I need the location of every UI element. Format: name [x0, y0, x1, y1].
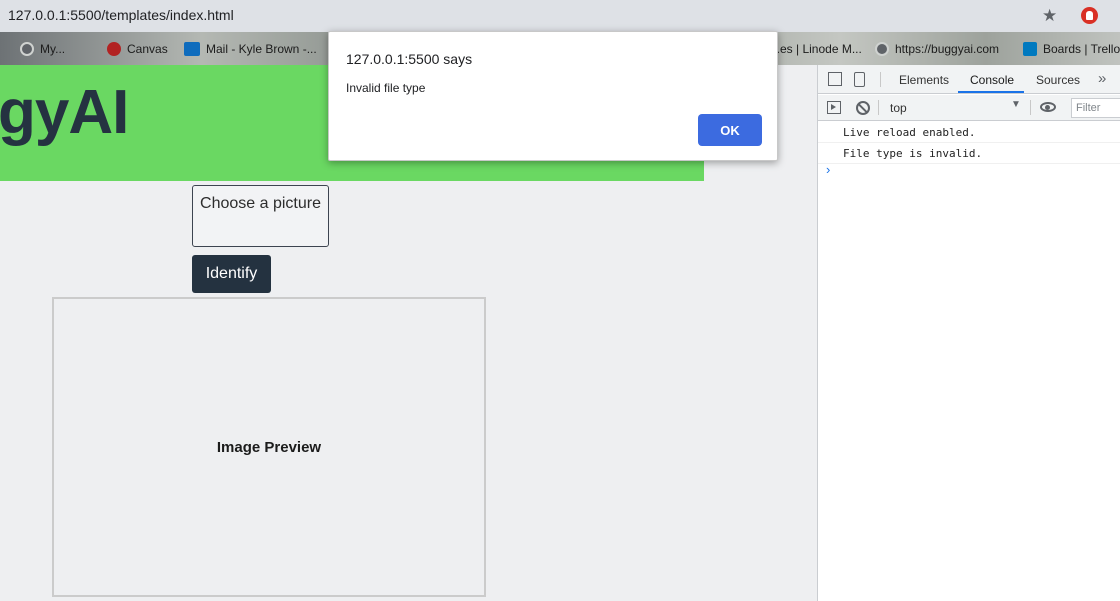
bookmark-label: My... [40, 42, 66, 56]
adblock-icon[interactable] [1081, 7, 1098, 24]
bookmark-label: ...es | Linode M... [770, 42, 862, 56]
console-prompt-icon[interactable]: › [826, 162, 830, 177]
url-field[interactable]: 127.0.0.1:5500/templates/index.html [8, 7, 234, 23]
outlook-icon [184, 42, 200, 56]
tab-elements[interactable]: Elements [899, 73, 949, 87]
bookmark-item[interactable]: Canvas [107, 40, 168, 58]
bookmark-star-icon[interactable]: ★ [1042, 6, 1057, 26]
bookmark-item[interactable]: My... [20, 40, 65, 58]
context-selector[interactable]: top [884, 98, 1026, 118]
bookmark-item[interactable]: ...es | Linode M... [770, 40, 862, 58]
show-sidebar-icon[interactable] [827, 101, 841, 114]
console-filter-input[interactable]: Filter [1071, 98, 1120, 118]
device-toolbar-icon[interactable] [854, 72, 865, 87]
bookmark-item[interactable]: Mail - Kyle Brown -... [184, 40, 317, 58]
devtools-panel: Elements Console Sources » top ▼ Filter … [817, 65, 1120, 601]
ok-button[interactable]: OK [698, 114, 762, 146]
globe-icon [875, 42, 889, 56]
site-logo: gyAI [0, 78, 129, 147]
globe-icon [20, 42, 34, 56]
inspect-element-icon[interactable] [828, 72, 842, 86]
console-message: Live reload enabled. [818, 122, 1120, 143]
tab-console[interactable]: Console [970, 73, 1014, 87]
alert-dialog: 127.0.0.1:5500 says Invalid file type OK [328, 31, 778, 161]
console-toolbar: top ▼ Filter [818, 95, 1120, 121]
bookmark-label: https://buggyai.com [895, 42, 1000, 56]
dialog-message: Invalid file type [346, 81, 426, 95]
bookmark-item[interactable]: https://buggyai.com [875, 40, 999, 58]
choose-picture-button[interactable]: Choose a picture [192, 185, 329, 247]
bookmark-item[interactable]: Boards | Trello [1023, 40, 1120, 58]
divider [1030, 100, 1031, 115]
dialog-title: 127.0.0.1:5500 says [346, 51, 473, 67]
chevron-down-icon[interactable]: ▼ [1011, 99, 1021, 110]
bookmark-label: Mail - Kyle Brown -... [206, 42, 317, 56]
bookmark-label: Boards | Trello [1043, 42, 1120, 56]
tab-sources[interactable]: Sources [1036, 73, 1080, 87]
devtools-tabbar: Elements Console Sources » [818, 65, 1120, 94]
clear-console-icon[interactable] [856, 101, 870, 115]
identify-button[interactable]: Identify [192, 255, 271, 293]
active-tab-indicator [958, 91, 1024, 93]
image-preview-label: Image Preview [216, 438, 322, 456]
canvas-icon [107, 42, 121, 56]
trello-icon [1023, 42, 1037, 56]
more-tabs-icon[interactable]: » [1098, 70, 1106, 87]
image-preview: Image Preview [52, 297, 486, 597]
divider [880, 72, 881, 87]
address-bar: 127.0.0.1:5500/templates/index.html ★ [0, 0, 1120, 32]
console-message: File type is invalid. [818, 143, 1120, 164]
live-expression-eye-icon[interactable] [1040, 102, 1056, 112]
divider [878, 100, 879, 115]
bookmark-label: Canvas [127, 42, 168, 56]
